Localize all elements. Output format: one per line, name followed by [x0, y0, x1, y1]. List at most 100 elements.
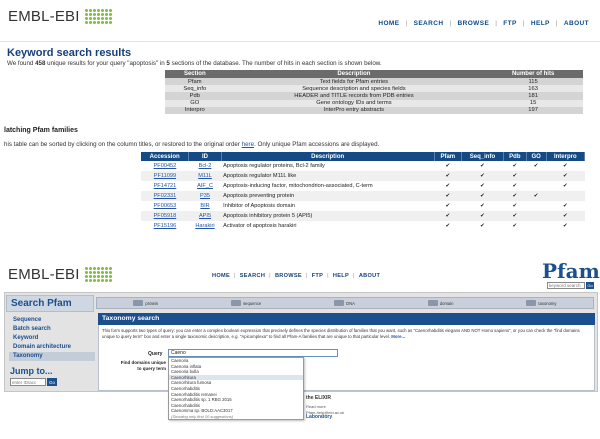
- nav-browse[interactable]: BROWSE: [273, 273, 304, 279]
- menu-item-taxonomy[interactable]: Taxonomy: [9, 352, 95, 361]
- column-header[interactable]: Section: [165, 70, 225, 78]
- query-label: Query: [148, 351, 163, 357]
- nav-help[interactable]: HELP: [528, 20, 553, 27]
- table-row: Seq_info Sequence description and species…: [165, 85, 583, 93]
- accession-link[interactable]: PF05918: [154, 213, 177, 219]
- column-header[interactable]: Pdb: [503, 152, 527, 161]
- hit-check: [526, 171, 547, 181]
- family-description: Inhibitor of Apoptosis domain: [221, 201, 435, 211]
- family-id-link[interactable]: AIF_C: [197, 183, 213, 189]
- accession-link[interactable]: PF11099: [154, 173, 176, 179]
- nav-search[interactable]: SEARCH: [238, 273, 267, 279]
- hit-check: ✔: [546, 171, 585, 181]
- page-title: Keyword search results: [7, 47, 132, 59]
- nav-ftp[interactable]: FTP: [500, 20, 519, 27]
- top-header: EMBL-EBI HOME | SEARCH | BROWSE | FTP | HELP…: [0, 0, 600, 42]
- table-row: Pfam Text fields for Pfam entries 115: [165, 78, 583, 86]
- family-id-link[interactable]: API5: [199, 213, 211, 219]
- menu-item-batch-search[interactable]: Batch search: [9, 325, 95, 334]
- keyword-search-go-button[interactable]: Go: [586, 282, 594, 289]
- family-id-link[interactable]: Harakiri: [195, 223, 214, 229]
- search-menu: Sequence Batch search Keyword Domain arc…: [9, 316, 95, 361]
- query-input[interactable]: Caeno: [168, 349, 338, 357]
- family-id-link[interactable]: P35: [200, 193, 210, 199]
- tool-domain[interactable]: domain: [427, 300, 454, 306]
- tool-protein[interactable]: protein: [133, 300, 158, 306]
- accession-link[interactable]: PF15196: [154, 223, 177, 229]
- nav-ftp[interactable]: FTP: [310, 273, 325, 279]
- hit-check: ✔: [526, 191, 547, 201]
- family-description: Activator of apoptosis harakiri: [221, 221, 435, 231]
- family-id-link[interactable]: BIR: [200, 203, 209, 209]
- nav-search[interactable]: SEARCH: [411, 20, 447, 27]
- restore-order-link[interactable]: here: [242, 141, 254, 148]
- hit-check: ✔: [461, 221, 504, 231]
- menu-item-domain-architecture[interactable]: Domain architecture: [9, 343, 95, 352]
- hit-check: ✔: [461, 191, 504, 201]
- table-row: PF00452 Bcl-2 Apoptosis regulator proteins…: [141, 161, 585, 171]
- accession-link[interactable]: PF14721: [154, 183, 177, 189]
- column-header[interactable]: Interpro: [546, 152, 586, 161]
- tool-sequence[interactable]: sequence: [231, 300, 261, 306]
- hit-check: ✔: [503, 191, 527, 201]
- table-row: PF02331 P35 Apoptosis preventing protein ✔ ✔…: [141, 191, 585, 201]
- column-header[interactable]: Pfam: [434, 152, 462, 161]
- accession-link[interactable]: PF00452: [154, 163, 177, 169]
- hit-check: ✔: [461, 181, 504, 191]
- table-row: GO Gene ontology IDs and terms 15: [165, 99, 583, 107]
- hit-check: ✔: [461, 211, 504, 221]
- jump-to-go-button[interactable]: Go: [47, 378, 57, 386]
- column-header[interactable]: GO: [526, 152, 547, 161]
- tool-taxonomy[interactable]: taxonomy: [526, 300, 557, 306]
- nav-about[interactable]: ABOUT: [357, 273, 382, 279]
- hit-check: ✔: [503, 181, 527, 191]
- keyword-search-input[interactable]: [547, 282, 585, 289]
- nav-browse[interactable]: BROWSE: [455, 20, 493, 27]
- family-description: Apoptosis inhibitory protein 5 (API5): [221, 211, 435, 221]
- table-row: PF05918 API5 Apoptosis inhibitory protein …: [141, 211, 585, 221]
- column-header[interactable]: Seq_info: [461, 152, 505, 161]
- column-header[interactable]: ID: [188, 152, 222, 161]
- jump-to-input[interactable]: [10, 378, 46, 386]
- hit-check: ✔: [461, 201, 504, 211]
- family-description: Apoptosis preventing protein: [221, 191, 435, 201]
- column-header[interactable]: Number of hits: [483, 70, 583, 78]
- column-header[interactable]: Description: [221, 152, 435, 161]
- sequence-icon: [231, 300, 242, 306]
- more-link[interactable]: More...: [391, 334, 405, 339]
- column-header[interactable]: Accession: [141, 152, 190, 161]
- logo-dots-icon: [84, 267, 112, 282]
- accession-link[interactable]: PF02331: [154, 193, 177, 199]
- family-id-link[interactable]: Bcl-2: [199, 163, 212, 169]
- hit-check: ✔: [434, 161, 462, 171]
- tool-dna[interactable]: DNA: [334, 300, 355, 306]
- nav-about[interactable]: ABOUT: [561, 20, 592, 27]
- protein-icon: [133, 300, 144, 306]
- nav-help[interactable]: HELP: [331, 273, 351, 279]
- hit-check: [546, 191, 585, 201]
- top-nav: HOME | SEARCH | BROWSE | FTP | HELP | ABOUT: [375, 20, 592, 27]
- table-row: PF11099 M11L Apoptosis regulator M11L like…: [141, 171, 585, 181]
- search-pfam-title: Search Pfam: [6, 295, 94, 312]
- embl-ebi-logo[interactable]: EMBL-EBI: [8, 266, 112, 283]
- nav-home[interactable]: HOME: [375, 20, 402, 27]
- pfam-keyword-search: Go: [542, 282, 594, 289]
- pfam-logo-text: Pfam: [542, 259, 600, 283]
- domain-icon: [427, 300, 438, 306]
- bottom-nav: HOME | SEARCH | BROWSE | FTP | HELP | ABOUT: [210, 273, 382, 279]
- sections-table: Section Description Number of hits Pfam T…: [165, 70, 583, 114]
- accession-link[interactable]: PF00653: [154, 203, 177, 209]
- logo-text: EMBL-EBI: [8, 8, 80, 25]
- matching-families-heading: latching Pfam families: [4, 127, 78, 134]
- search-type-toolbar: protein sequence DNA domain taxonomy: [96, 297, 594, 309]
- menu-item-keyword[interactable]: Keyword: [9, 334, 95, 343]
- families-table: Accession ID Description Pfam Seq_info Pdb GO I…: [141, 152, 586, 231]
- taxonomy-panel-title: Taxonomy search: [98, 313, 595, 325]
- embl-ebi-logo[interactable]: EMBL-EBI: [8, 8, 112, 25]
- column-header[interactable]: Description: [224, 70, 484, 78]
- menu-item-sequence[interactable]: Sequence: [9, 316, 95, 325]
- pfam-logo[interactable]: Pfam Go: [542, 259, 600, 289]
- nav-home[interactable]: HOME: [210, 273, 232, 279]
- family-id-link[interactable]: M11L: [198, 173, 212, 179]
- footer-embl: Laboratory: [306, 414, 333, 420]
